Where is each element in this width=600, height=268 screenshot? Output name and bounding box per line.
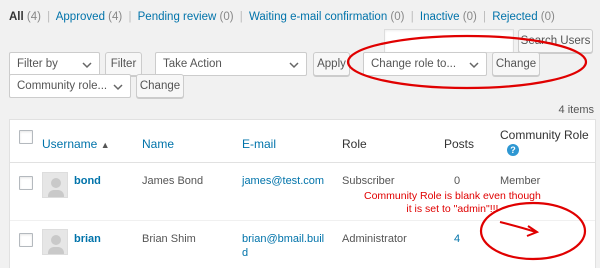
annotation-overlay bbox=[346, 34, 588, 261]
annotation-line: Community Role is blank even though bbox=[364, 190, 541, 202]
annotation-text: Community Role is blank even though it i… bbox=[364, 190, 541, 216]
red-circle-annotation bbox=[346, 34, 588, 90]
annotation-line: it is set to "admin"!!! bbox=[406, 203, 499, 215]
